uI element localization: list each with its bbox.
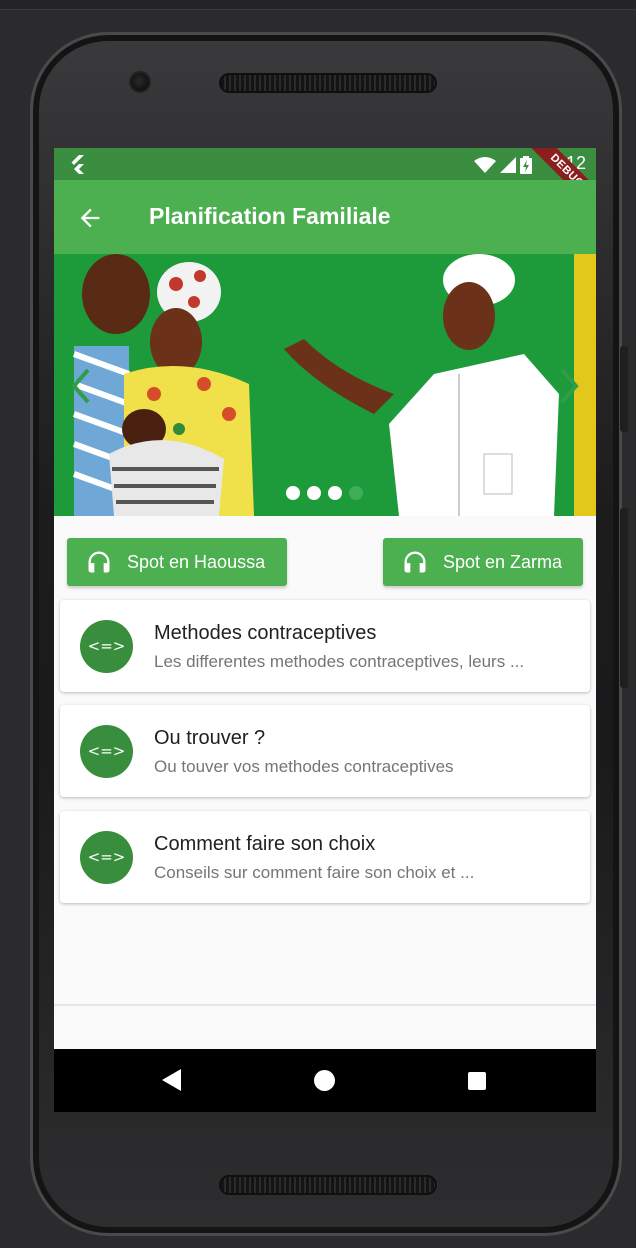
content-divider [54,1004,596,1006]
headphones-icon [404,551,426,573]
topic-avatar: <=> [80,620,133,673]
status-icons [474,156,532,174]
topic-card-ou-trouver[interactable]: <=> Ou trouver ? Ou touver vos methodes … [60,705,590,797]
topic-title: Comment faire son choix [154,833,376,855]
spot-zarma-button[interactable]: Spot en Zarma [383,538,583,586]
topic-avatar: <=> [80,725,133,778]
wifi-icon [474,157,496,173]
carousel-dot[interactable] [349,486,363,500]
topic-title: Ou trouver ? [154,727,266,749]
spot-haoussa-button[interactable]: Spot en Haoussa [67,538,287,586]
nav-home-icon[interactable] [314,1070,335,1091]
topic-title: Methodes contraceptives [154,622,377,644]
topic-card-methodes[interactable]: <=> Methodes contraceptives Les differen… [60,600,590,692]
chevron-left-icon[interactable] [68,366,94,406]
topic-avatar: <=> [80,831,133,884]
app-bar: Planification Familiale [54,180,596,254]
spot-zarma-label: Spot en Zarma [443,551,563,572]
family-planning-illustration [54,254,596,516]
nav-recent-icon[interactable] [468,1072,486,1090]
image-carousel[interactable] [54,254,596,516]
carousel-dot[interactable] [307,486,321,500]
front-camera [129,71,151,93]
nav-back-icon[interactable] [162,1069,182,1091]
battery-icon [520,156,532,174]
flutter-icon [71,155,84,174]
chevron-right-icon[interactable] [556,366,582,406]
status-bar: 3:12 DEBUG [54,148,596,217]
bottom-speaker [219,1175,437,1195]
topic-subtitle: Les differentes methodes contraceptives,… [154,652,525,671]
signal-icon [500,157,516,173]
power-button [620,346,628,432]
carousel-indicator [286,486,363,500]
volume-button [620,508,628,688]
topic-subtitle: Ou touver vos methodes contraceptives [154,757,454,776]
topic-card-choix[interactable]: <=> Comment faire son choix Conseils sur… [60,811,590,903]
topic-subtitle: Conseils sur comment faire son choix et … [154,863,475,882]
top-speaker [219,73,437,93]
spot-haoussa-label: Spot en Haoussa [127,551,266,572]
system-nav-bar [54,1049,596,1112]
headphones-icon [88,551,110,573]
device-screen: 3:12 DEBUG Planification Familiale [54,148,596,1112]
arrow-back-icon[interactable] [76,204,104,232]
page-title: Planification Familiale [149,203,391,229]
carousel-dot[interactable] [328,486,342,500]
window-top-strip [0,0,636,10]
carousel-dot[interactable] [286,486,300,500]
